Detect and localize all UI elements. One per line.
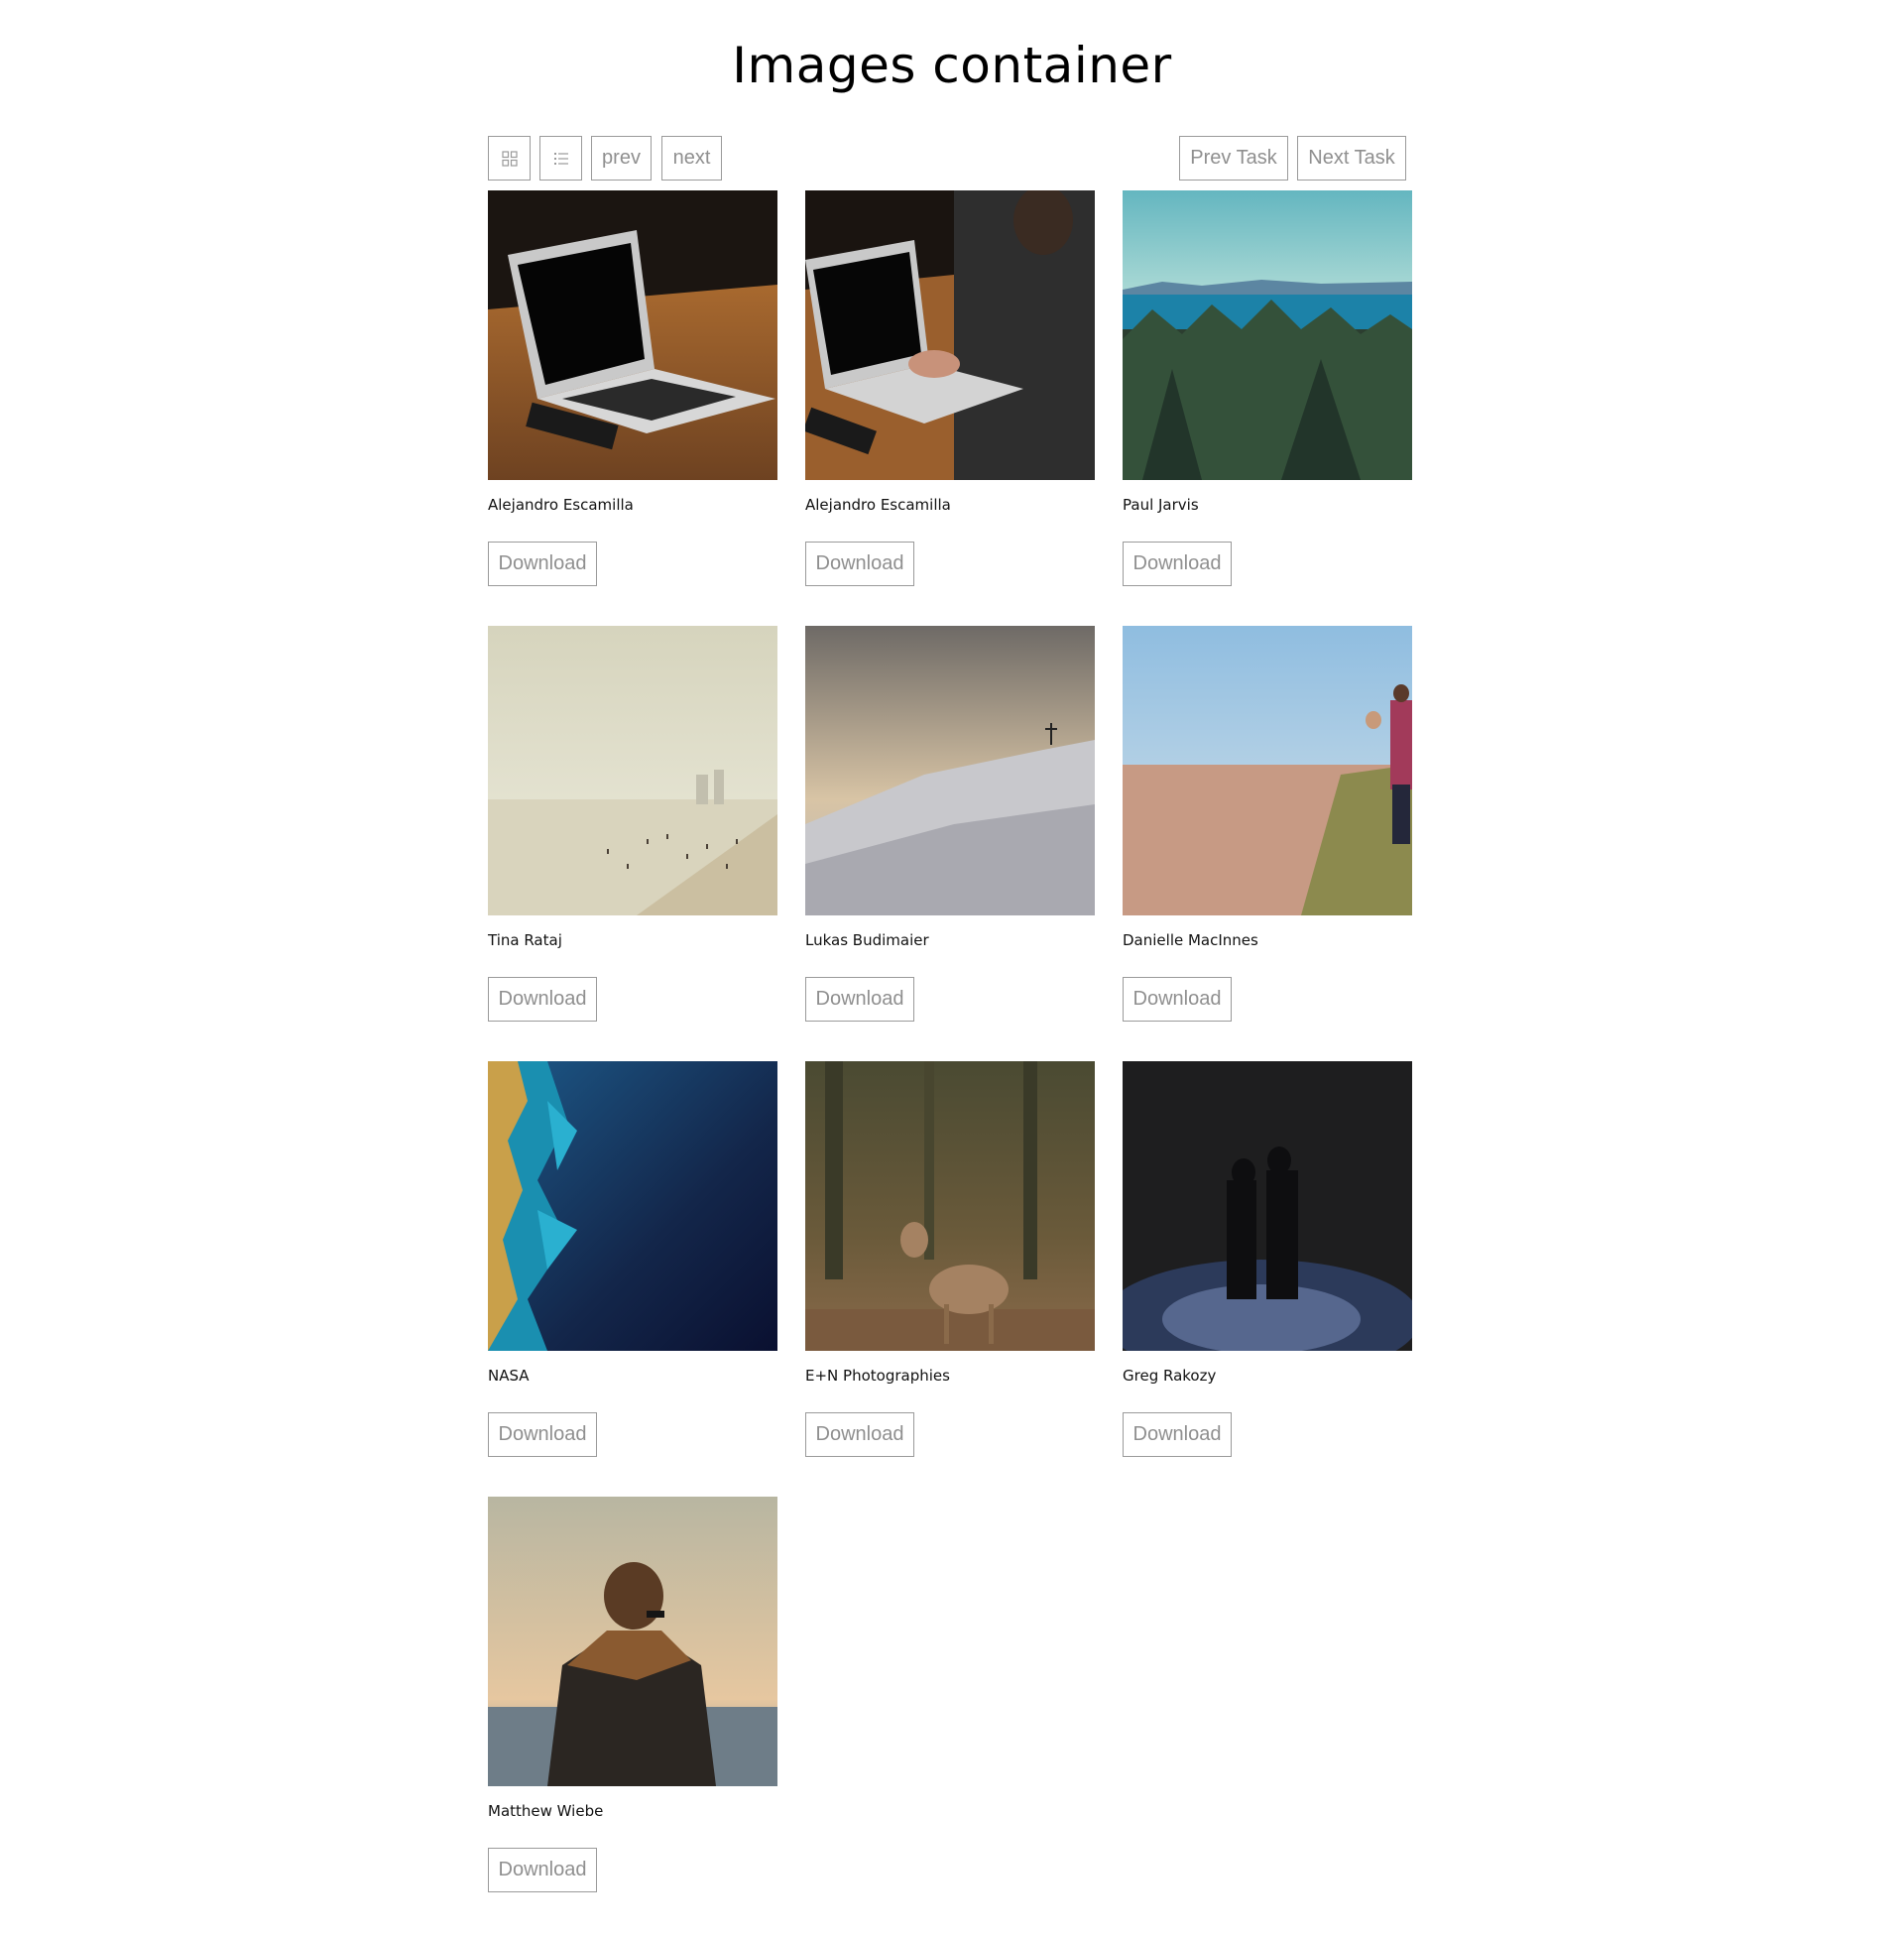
next-task-button[interactable]: Next Task bbox=[1297, 136, 1406, 181]
download-button[interactable]: Download bbox=[488, 977, 597, 1022]
download-button[interactable]: Download bbox=[805, 1412, 914, 1457]
prev-page-button[interactable]: prev bbox=[591, 136, 652, 181]
download-button[interactable]: Download bbox=[488, 1848, 597, 1892]
page-title: Images container bbox=[732, 37, 1172, 94]
photo-author: Alejandro Escamilla bbox=[488, 496, 634, 514]
list-view-icon bbox=[553, 152, 568, 165]
photo-laptop-desk[interactable] bbox=[488, 190, 777, 480]
photo-laptop-typing[interactable] bbox=[805, 190, 1095, 480]
download-button[interactable]: Download bbox=[805, 977, 914, 1022]
photo-man-scarf-sea[interactable] bbox=[488, 1497, 777, 1786]
photo-beach-walk[interactable] bbox=[1123, 626, 1412, 915]
download-button[interactable]: Download bbox=[1123, 977, 1232, 1022]
grid-view-button[interactable] bbox=[488, 136, 531, 181]
grid-view-icon bbox=[501, 150, 518, 167]
prev-task-button[interactable]: Prev Task bbox=[1179, 136, 1288, 181]
list-view-button[interactable] bbox=[539, 136, 582, 181]
photo-author: Greg Rakozy bbox=[1123, 1367, 1217, 1385]
photo-forest-lake[interactable] bbox=[1123, 190, 1412, 480]
photo-author: Lukas Budimaier bbox=[805, 931, 929, 949]
download-button[interactable]: Download bbox=[1123, 1412, 1232, 1457]
photo-author: NASA bbox=[488, 1367, 530, 1385]
photo-couple-night[interactable] bbox=[1123, 1061, 1412, 1351]
download-button[interactable]: Download bbox=[1123, 542, 1232, 586]
photo-hazy-beach[interactable] bbox=[488, 626, 777, 915]
photo-author: Alejandro Escamilla bbox=[805, 496, 951, 514]
photo-author: Tina Rataj bbox=[488, 931, 562, 949]
download-button[interactable]: Download bbox=[805, 542, 914, 586]
photo-author: Danielle MacInnes bbox=[1123, 931, 1258, 949]
photo-author: E+N Photographies bbox=[805, 1367, 950, 1385]
photo-fawn-forest[interactable] bbox=[805, 1061, 1095, 1351]
download-button[interactable]: Download bbox=[488, 1412, 597, 1457]
photo-earth-from-space[interactable] bbox=[488, 1061, 777, 1351]
next-page-button[interactable]: next bbox=[661, 136, 722, 181]
download-button[interactable]: Download bbox=[488, 542, 597, 586]
photo-snowy-hill-cross[interactable] bbox=[805, 626, 1095, 915]
photo-author: Paul Jarvis bbox=[1123, 496, 1199, 514]
photo-author: Matthew Wiebe bbox=[488, 1802, 604, 1820]
